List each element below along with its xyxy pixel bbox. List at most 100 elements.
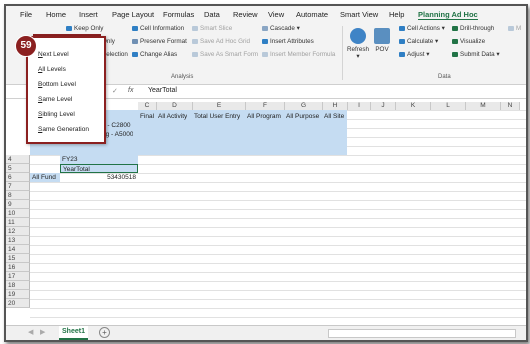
- insert-attributes-button[interactable]: Insert Attributes: [262, 38, 314, 45]
- add-sheet-button[interactable]: +: [99, 327, 110, 338]
- function-icon[interactable]: fx: [128, 87, 133, 94]
- cell-c1[interactable]: Final: [140, 112, 154, 121]
- smart-form-icon: [192, 52, 198, 57]
- insert-member-formula-button[interactable]: Insert Member Formula: [262, 51, 335, 58]
- tab-home[interactable]: Home: [46, 10, 66, 19]
- save-ad-hoc-grid-button[interactable]: Save Ad Hoc Grid: [192, 38, 250, 45]
- smart-slice-button[interactable]: Smart Slice: [192, 25, 232, 32]
- cell-a6[interactable]: All Fund: [30, 173, 60, 182]
- refresh-button[interactable]: Refresh ▾: [345, 28, 371, 60]
- formula-input[interactable]: YearTotal: [148, 87, 177, 94]
- cell-f1[interactable]: All Program: [247, 112, 281, 121]
- menu-item-same-generation[interactable]: Same Generation: [38, 126, 89, 133]
- tab-smart-view[interactable]: Smart View: [340, 10, 378, 19]
- cell-b4[interactable]: FY23: [60, 155, 138, 164]
- more-button[interactable]: M: [508, 25, 521, 32]
- tab-data[interactable]: Data: [204, 10, 220, 19]
- row-header-12[interactable]: 12: [6, 227, 30, 236]
- cascade-button[interactable]: Cascade ▾: [262, 25, 300, 32]
- ribbon-separator: [342, 26, 343, 80]
- column-header-d[interactable]: D: [157, 102, 193, 110]
- preserve-format-icon: [132, 39, 138, 44]
- column-header-i[interactable]: I: [348, 102, 371, 110]
- cell-d1[interactable]: All Activity: [158, 112, 187, 121]
- cell-e1[interactable]: Total User Entry: [194, 112, 240, 121]
- tab-view[interactable]: View: [268, 10, 284, 19]
- column-header-f[interactable]: F: [246, 102, 285, 110]
- row-header-11[interactable]: 11: [6, 218, 30, 227]
- tab-help[interactable]: Help: [389, 10, 404, 19]
- column-header-l[interactable]: L: [431, 102, 466, 110]
- cell-g1[interactable]: All Purpose: [286, 112, 319, 121]
- row-header-15[interactable]: 15: [6, 254, 30, 263]
- insert-attributes-icon: [262, 39, 268, 44]
- pov-button[interactable]: POV: [372, 28, 392, 53]
- menu-item-bottom-level[interactable]: Bottom Level: [38, 81, 76, 88]
- cell-actions-button[interactable]: Cell Actions ▾: [399, 25, 445, 32]
- menu-item-next-level[interactable]: Next Level: [38, 51, 69, 58]
- row-header-20[interactable]: 20: [6, 299, 30, 308]
- horizontal-scrollbar[interactable]: [328, 329, 516, 338]
- change-alias-button[interactable]: Change Alias: [132, 51, 177, 58]
- row-header-5[interactable]: 5: [6, 164, 30, 173]
- tab-insert[interactable]: Insert: [79, 10, 98, 19]
- calculate-icon: [399, 39, 405, 44]
- tab-formulas[interactable]: Formulas: [163, 10, 194, 19]
- cell-b6[interactable]: 53430518: [60, 173, 138, 182]
- cell-info-icon: [132, 26, 138, 31]
- sheet-tab-sheet1[interactable]: Sheet1: [59, 326, 88, 340]
- tab-automate[interactable]: Automate: [296, 10, 328, 19]
- row-header-13[interactable]: 13: [6, 236, 30, 245]
- row-header-16[interactable]: 16: [6, 263, 30, 272]
- adjust-icon: [399, 52, 405, 57]
- tab-review[interactable]: Review: [233, 10, 258, 19]
- menu-item-same-level[interactable]: Same Level: [38, 96, 72, 103]
- tab-planning-ad-hoc[interactable]: Planning Ad Hoc: [418, 10, 478, 20]
- cell-information-button[interactable]: Cell Information: [132, 25, 184, 32]
- row-header-19[interactable]: 19: [6, 290, 30, 299]
- row-header-6[interactable]: 6: [6, 173, 30, 182]
- change-alias-icon: [132, 52, 138, 57]
- drill-through-button[interactable]: Drill-through: [452, 25, 494, 32]
- row-header-9[interactable]: 9: [6, 200, 30, 209]
- prev-sheet-icon[interactable]: ◀: [28, 328, 33, 336]
- row-header-8[interactable]: 8: [6, 191, 30, 200]
- tab-page-layout[interactable]: Page Layout: [112, 10, 154, 19]
- column-header-e[interactable]: E: [193, 102, 246, 110]
- column-header-h[interactable]: H: [323, 102, 348, 110]
- menu-bar: File Home Insert Page Layout Formulas Da…: [6, 6, 526, 22]
- menu-item-sibling-level[interactable]: Sibling Level: [38, 111, 75, 118]
- preserve-format-button[interactable]: Preserve Format: [132, 38, 187, 45]
- visualize-button[interactable]: Visualize: [452, 38, 485, 45]
- group-label-analysis: Analysis: [171, 74, 194, 80]
- smart-slice-icon: [192, 26, 198, 31]
- column-header-c[interactable]: C: [138, 102, 157, 110]
- cell-h1[interactable]: All Site: [324, 112, 344, 121]
- cell-b3[interactable]: ng - A5000: [102, 130, 133, 139]
- zoom-in-dropdown: Next Level All Levels Bottom Level Same …: [26, 36, 106, 144]
- enter-icon[interactable]: ✓: [112, 87, 118, 95]
- save-as-smart-form-button[interactable]: Save As Smart Form: [192, 51, 258, 58]
- column-header-g[interactable]: G: [285, 102, 323, 110]
- save-grid-icon: [192, 39, 198, 44]
- column-header-n[interactable]: N: [501, 102, 520, 110]
- calculate-button[interactable]: Calculate ▾: [399, 38, 438, 45]
- keep-only-button[interactable]: Keep Only: [66, 25, 103, 32]
- submit-data-button[interactable]: Submit Data ▾: [452, 51, 500, 58]
- next-sheet-icon[interactable]: ▶: [40, 328, 45, 336]
- row-header-10[interactable]: 10: [6, 209, 30, 218]
- row-header-7[interactable]: 7: [6, 182, 30, 191]
- column-header-m[interactable]: M: [466, 102, 501, 110]
- row-header-17[interactable]: 17: [6, 272, 30, 281]
- menu-item-all-levels[interactable]: All Levels: [38, 66, 66, 73]
- adjust-button[interactable]: Adjust ▾: [399, 51, 429, 58]
- row-header-4[interactable]: 4: [6, 155, 30, 164]
- column-header-j[interactable]: J: [371, 102, 396, 110]
- cell-b2[interactable]: h - C2800: [102, 121, 131, 130]
- cell-b5-selected[interactable]: YearTotal: [60, 164, 138, 173]
- refresh-icon: [350, 28, 366, 44]
- row-header-18[interactable]: 18: [6, 281, 30, 290]
- row-header-14[interactable]: 14: [6, 245, 30, 254]
- tab-file[interactable]: File: [20, 10, 32, 19]
- column-header-k[interactable]: K: [396, 102, 431, 110]
